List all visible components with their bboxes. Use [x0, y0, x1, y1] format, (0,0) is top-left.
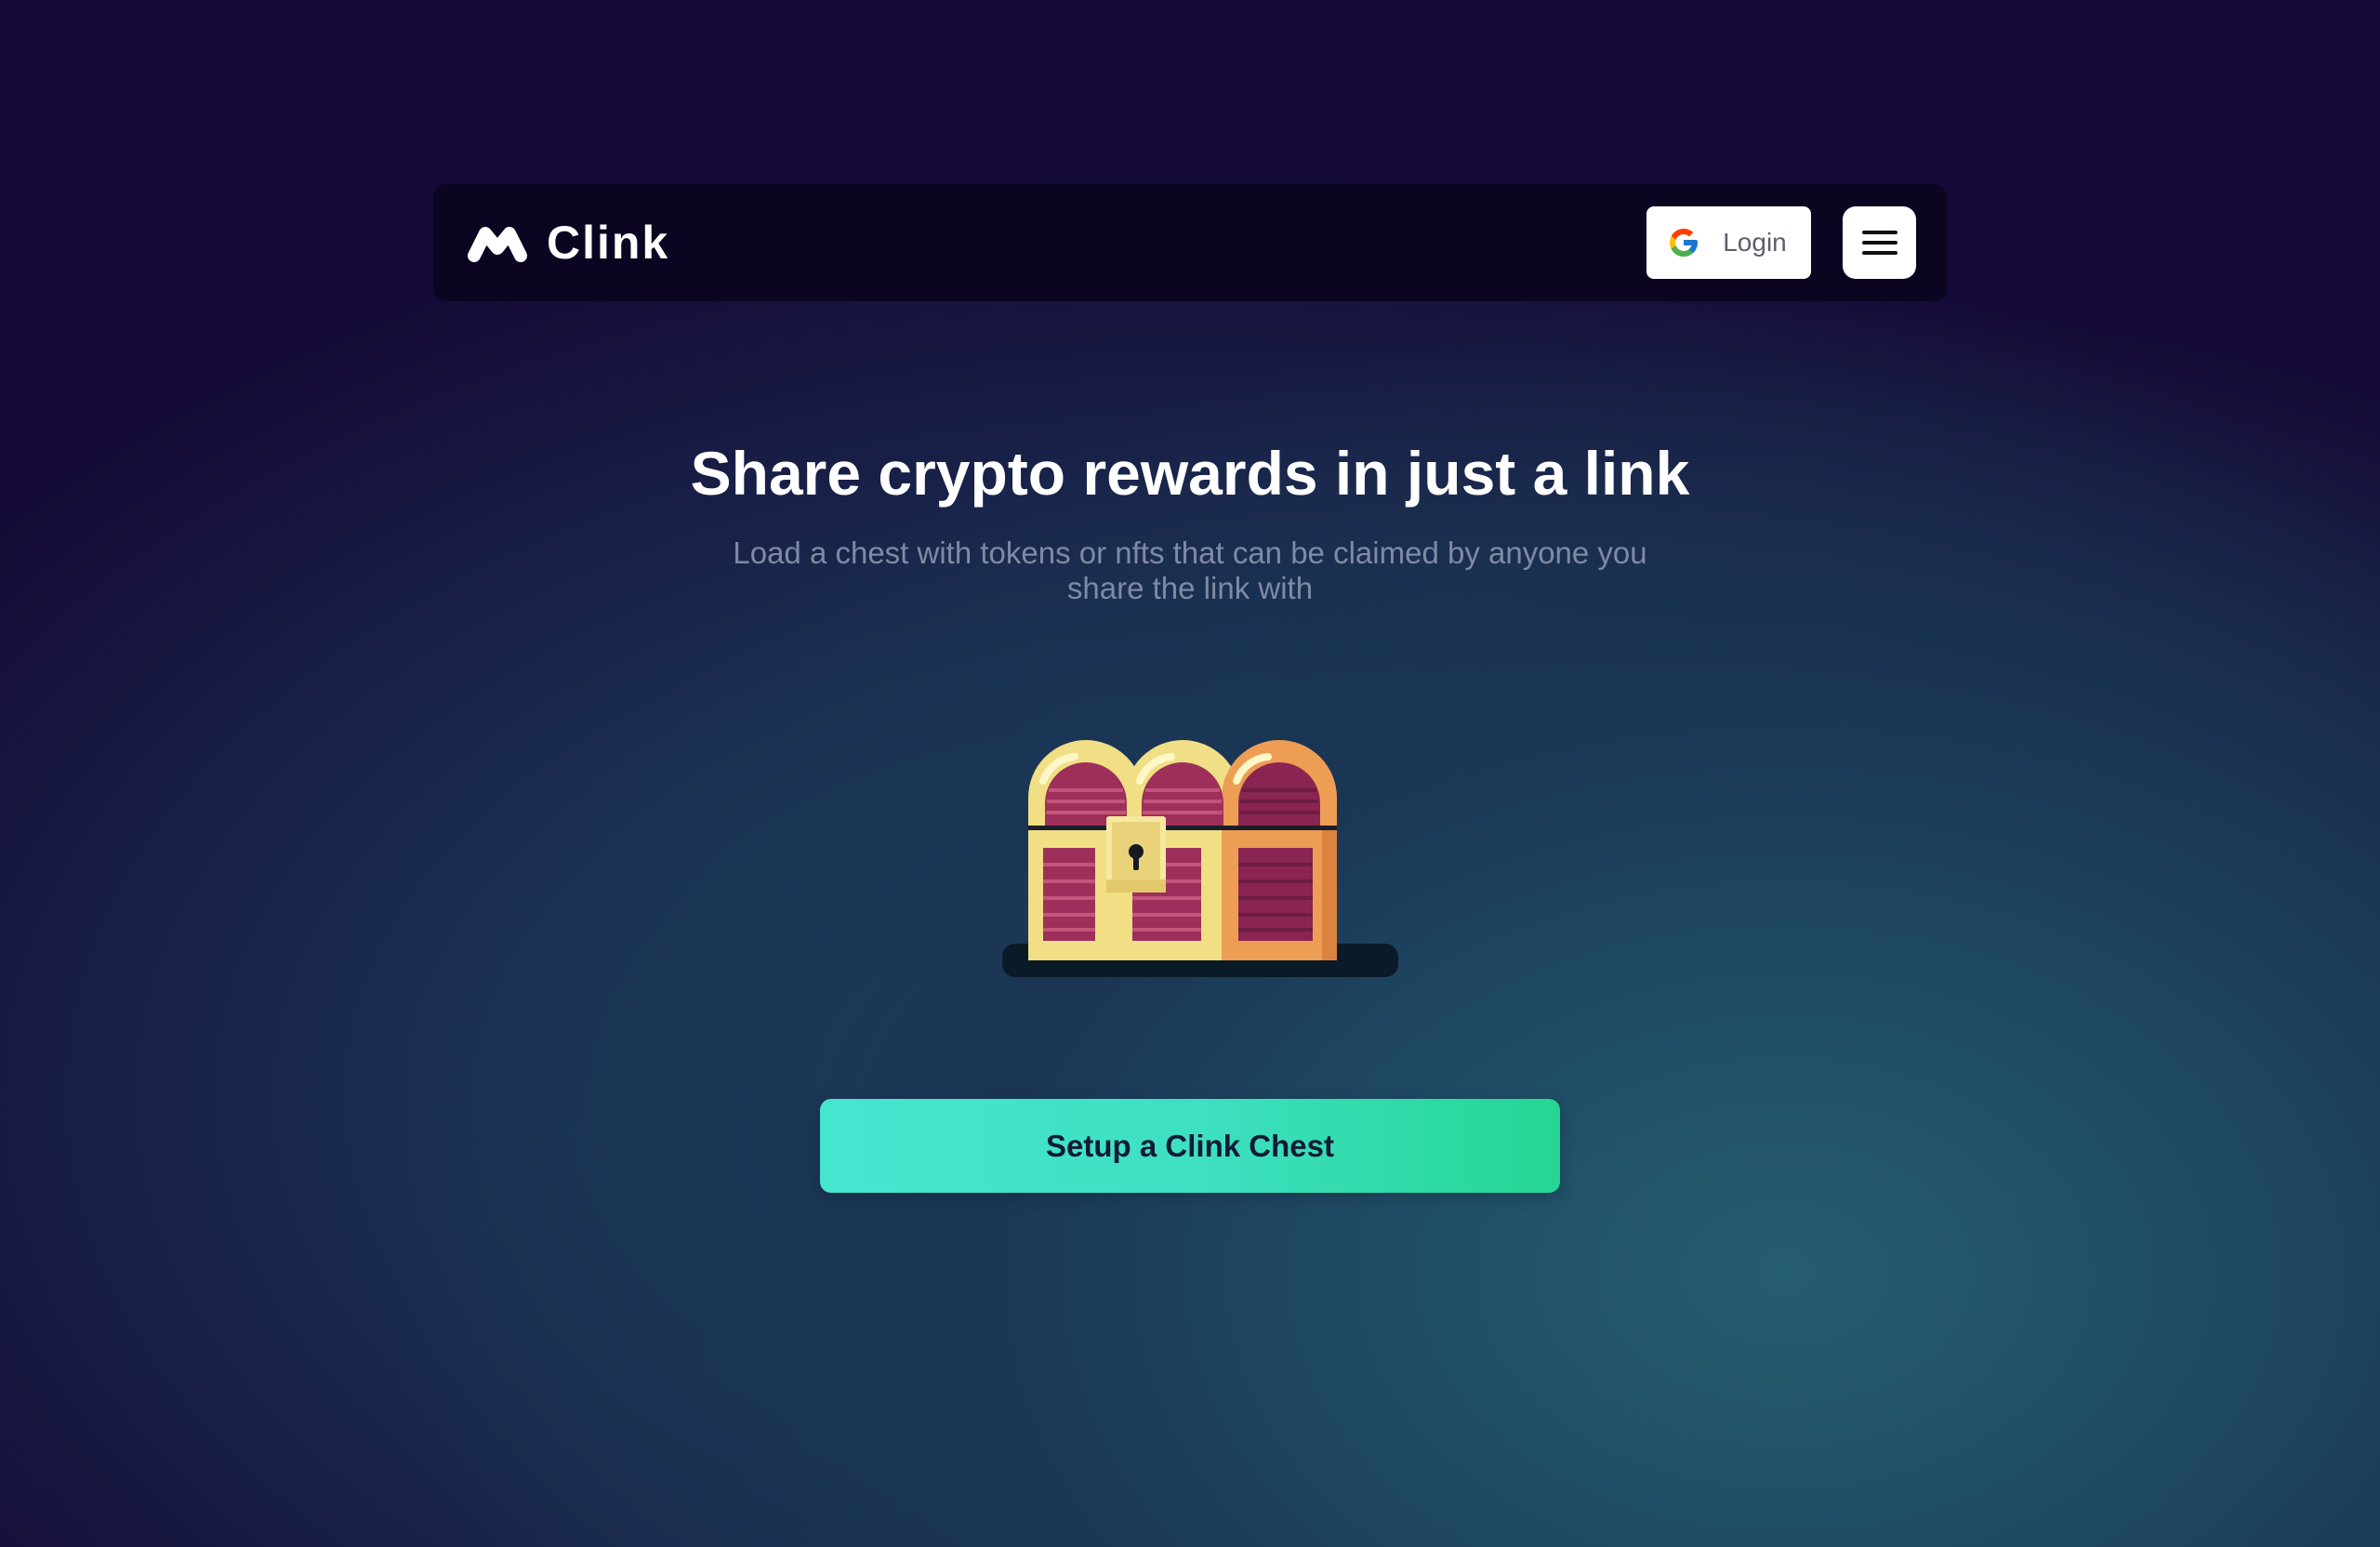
google-login-button[interactable]: Login [1646, 206, 1811, 279]
setup-chest-label: Setup a Clink Chest [1046, 1128, 1334, 1163]
hamburger-menu-icon [1861, 231, 1897, 255]
hero-subtitle: Load a chest with tokens or nfts that ca… [733, 536, 1647, 605]
clink-logo-icon [468, 227, 527, 262]
treasure-chest-icon [1002, 740, 1398, 977]
login-label: Login [1723, 228, 1787, 257]
setup-chest-button[interactable]: Setup a Clink Chest [820, 1099, 1560, 1193]
menu-button[interactable] [1843, 206, 1916, 279]
top-navbar: Clink Login [433, 184, 1947, 301]
brand-logo-link[interactable]: Clink [465, 214, 669, 271]
brand-name: Clink [547, 217, 670, 269]
google-icon [1670, 229, 1699, 257]
hero-title: Share crypto rewards in just a link [690, 439, 1690, 508]
